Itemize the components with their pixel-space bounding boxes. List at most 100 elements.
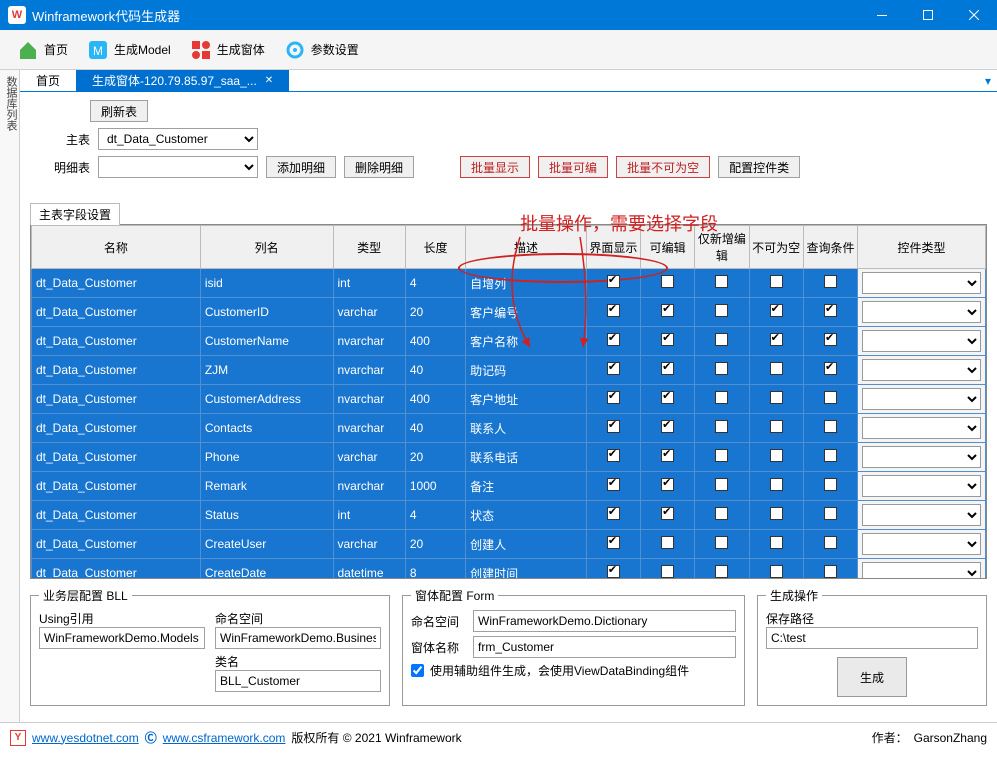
checkbox[interactable]: [715, 333, 728, 346]
grid-header[interactable]: 长度: [405, 226, 465, 269]
checkbox[interactable]: [824, 333, 837, 346]
grid-header[interactable]: 控件类型: [858, 226, 986, 269]
checkbox[interactable]: [770, 565, 783, 578]
checkbox[interactable]: [661, 420, 674, 433]
checkbox[interactable]: [770, 304, 783, 317]
detail-table-select[interactable]: [98, 156, 258, 178]
checkbox[interactable]: [715, 507, 728, 520]
checkbox[interactable]: [770, 507, 783, 520]
checkbox[interactable]: [715, 420, 728, 433]
table-row[interactable]: dt_Data_CustomerCreateUservarchar20创建人: [32, 530, 986, 559]
batch-notnull-button[interactable]: 批量不可为空: [616, 156, 710, 178]
maximize-button[interactable]: [905, 0, 951, 30]
nav-settings[interactable]: 参数设置: [277, 34, 365, 66]
control-type-select[interactable]: [862, 446, 981, 468]
checkbox[interactable]: [824, 478, 837, 491]
checkbox[interactable]: [661, 478, 674, 491]
checkbox[interactable]: [770, 391, 783, 404]
footer-link-1[interactable]: www.yesdotnet.com: [32, 731, 139, 745]
checkbox[interactable]: [715, 478, 728, 491]
table-row[interactable]: dt_Data_CustomerPhonevarchar20联系电话: [32, 443, 986, 472]
control-type-select[interactable]: [862, 272, 981, 294]
checkbox[interactable]: [661, 536, 674, 549]
close-tab-icon[interactable]: ✕: [265, 70, 273, 92]
grid-header[interactable]: 查询条件: [803, 226, 857, 269]
checkbox[interactable]: [770, 536, 783, 549]
table-row[interactable]: dt_Data_CustomerCustomerAddressnvarchar4…: [32, 385, 986, 414]
control-type-select[interactable]: [862, 359, 981, 381]
checkbox[interactable]: [607, 507, 620, 520]
form-name-input[interactable]: [473, 636, 736, 658]
generate-button[interactable]: 生成: [837, 657, 907, 697]
nav-home[interactable]: 首页: [10, 34, 74, 66]
checkbox[interactable]: [607, 478, 620, 491]
control-type-select[interactable]: [862, 533, 981, 555]
checkbox[interactable]: [824, 275, 837, 288]
checkbox[interactable]: [607, 333, 620, 346]
table-row[interactable]: dt_Data_CustomerRemarknvarchar1000备注: [32, 472, 986, 501]
grid-header[interactable]: 不可为空: [749, 226, 803, 269]
checkbox[interactable]: [824, 507, 837, 520]
table-row[interactable]: dt_Data_CustomerCreateDatedatetime8创建时间: [32, 559, 986, 580]
bll-ns-input[interactable]: [215, 627, 381, 649]
checkbox[interactable]: [715, 362, 728, 375]
batch-edit-button[interactable]: 批量可编: [538, 156, 608, 178]
grid-header[interactable]: 类型: [333, 226, 405, 269]
config-ctl-button[interactable]: 配置控件类: [718, 156, 800, 178]
checkbox[interactable]: [607, 362, 620, 375]
checkbox[interactable]: [607, 391, 620, 404]
checkbox[interactable]: [824, 304, 837, 317]
checkbox[interactable]: [607, 304, 620, 317]
checkbox[interactable]: [824, 420, 837, 433]
checkbox[interactable]: [770, 478, 783, 491]
grid-header[interactable]: 列名: [200, 226, 333, 269]
form-ns-input[interactable]: [473, 610, 736, 632]
control-type-select[interactable]: [862, 301, 981, 323]
del-detail-button[interactable]: 删除明细: [344, 156, 414, 178]
nav-gen-model[interactable]: M 生成Model: [80, 34, 177, 66]
sidebar-db-list[interactable]: 数据库列表: [0, 70, 20, 722]
close-button[interactable]: [951, 0, 997, 30]
batch-show-button[interactable]: 批量显示: [460, 156, 530, 178]
checkbox[interactable]: [661, 304, 674, 317]
checkbox[interactable]: [661, 507, 674, 520]
checkbox[interactable]: [715, 275, 728, 288]
bll-class-input[interactable]: [215, 670, 381, 692]
refresh-tables-button[interactable]: 刷新表: [90, 100, 148, 122]
checkbox[interactable]: [661, 391, 674, 404]
tab-home[interactable]: 首页: [20, 70, 76, 92]
control-type-select[interactable]: [862, 562, 981, 579]
checkbox[interactable]: [607, 275, 620, 288]
checkbox[interactable]: [824, 449, 837, 462]
checkbox[interactable]: [770, 275, 783, 288]
control-type-select[interactable]: [862, 417, 981, 439]
checkbox[interactable]: [715, 391, 728, 404]
checkbox[interactable]: [715, 565, 728, 578]
using-input[interactable]: [39, 627, 205, 649]
checkbox[interactable]: [661, 333, 674, 346]
checkbox[interactable]: [607, 449, 620, 462]
checkbox[interactable]: [607, 536, 620, 549]
checkbox[interactable]: [607, 565, 620, 578]
checkbox[interactable]: [770, 420, 783, 433]
control-type-select[interactable]: [862, 330, 981, 352]
tab-genform[interactable]: 生成窗体-120.79.85.97_saa_...✕: [76, 70, 289, 92]
grid-header[interactable]: 名称: [32, 226, 201, 269]
helper-checkbox[interactable]: [411, 664, 424, 677]
save-path-input[interactable]: [766, 627, 978, 649]
checkbox[interactable]: [770, 362, 783, 375]
checkbox[interactable]: [607, 420, 620, 433]
checkbox[interactable]: [770, 449, 783, 462]
footer-link-2[interactable]: www.csframework.com: [163, 731, 286, 745]
checkbox[interactable]: [824, 565, 837, 578]
nav-gen-form[interactable]: 生成窗体: [183, 34, 271, 66]
checkbox[interactable]: [824, 391, 837, 404]
control-type-select[interactable]: [862, 504, 981, 526]
table-row[interactable]: dt_Data_CustomerContactsnvarchar40联系人: [32, 414, 986, 443]
checkbox[interactable]: [715, 449, 728, 462]
table-row[interactable]: dt_Data_CustomerStatusint4状态: [32, 501, 986, 530]
checkbox[interactable]: [715, 536, 728, 549]
main-table-select[interactable]: dt_Data_Customer: [98, 128, 258, 150]
checkbox[interactable]: [770, 333, 783, 346]
add-detail-button[interactable]: 添加明细: [266, 156, 336, 178]
